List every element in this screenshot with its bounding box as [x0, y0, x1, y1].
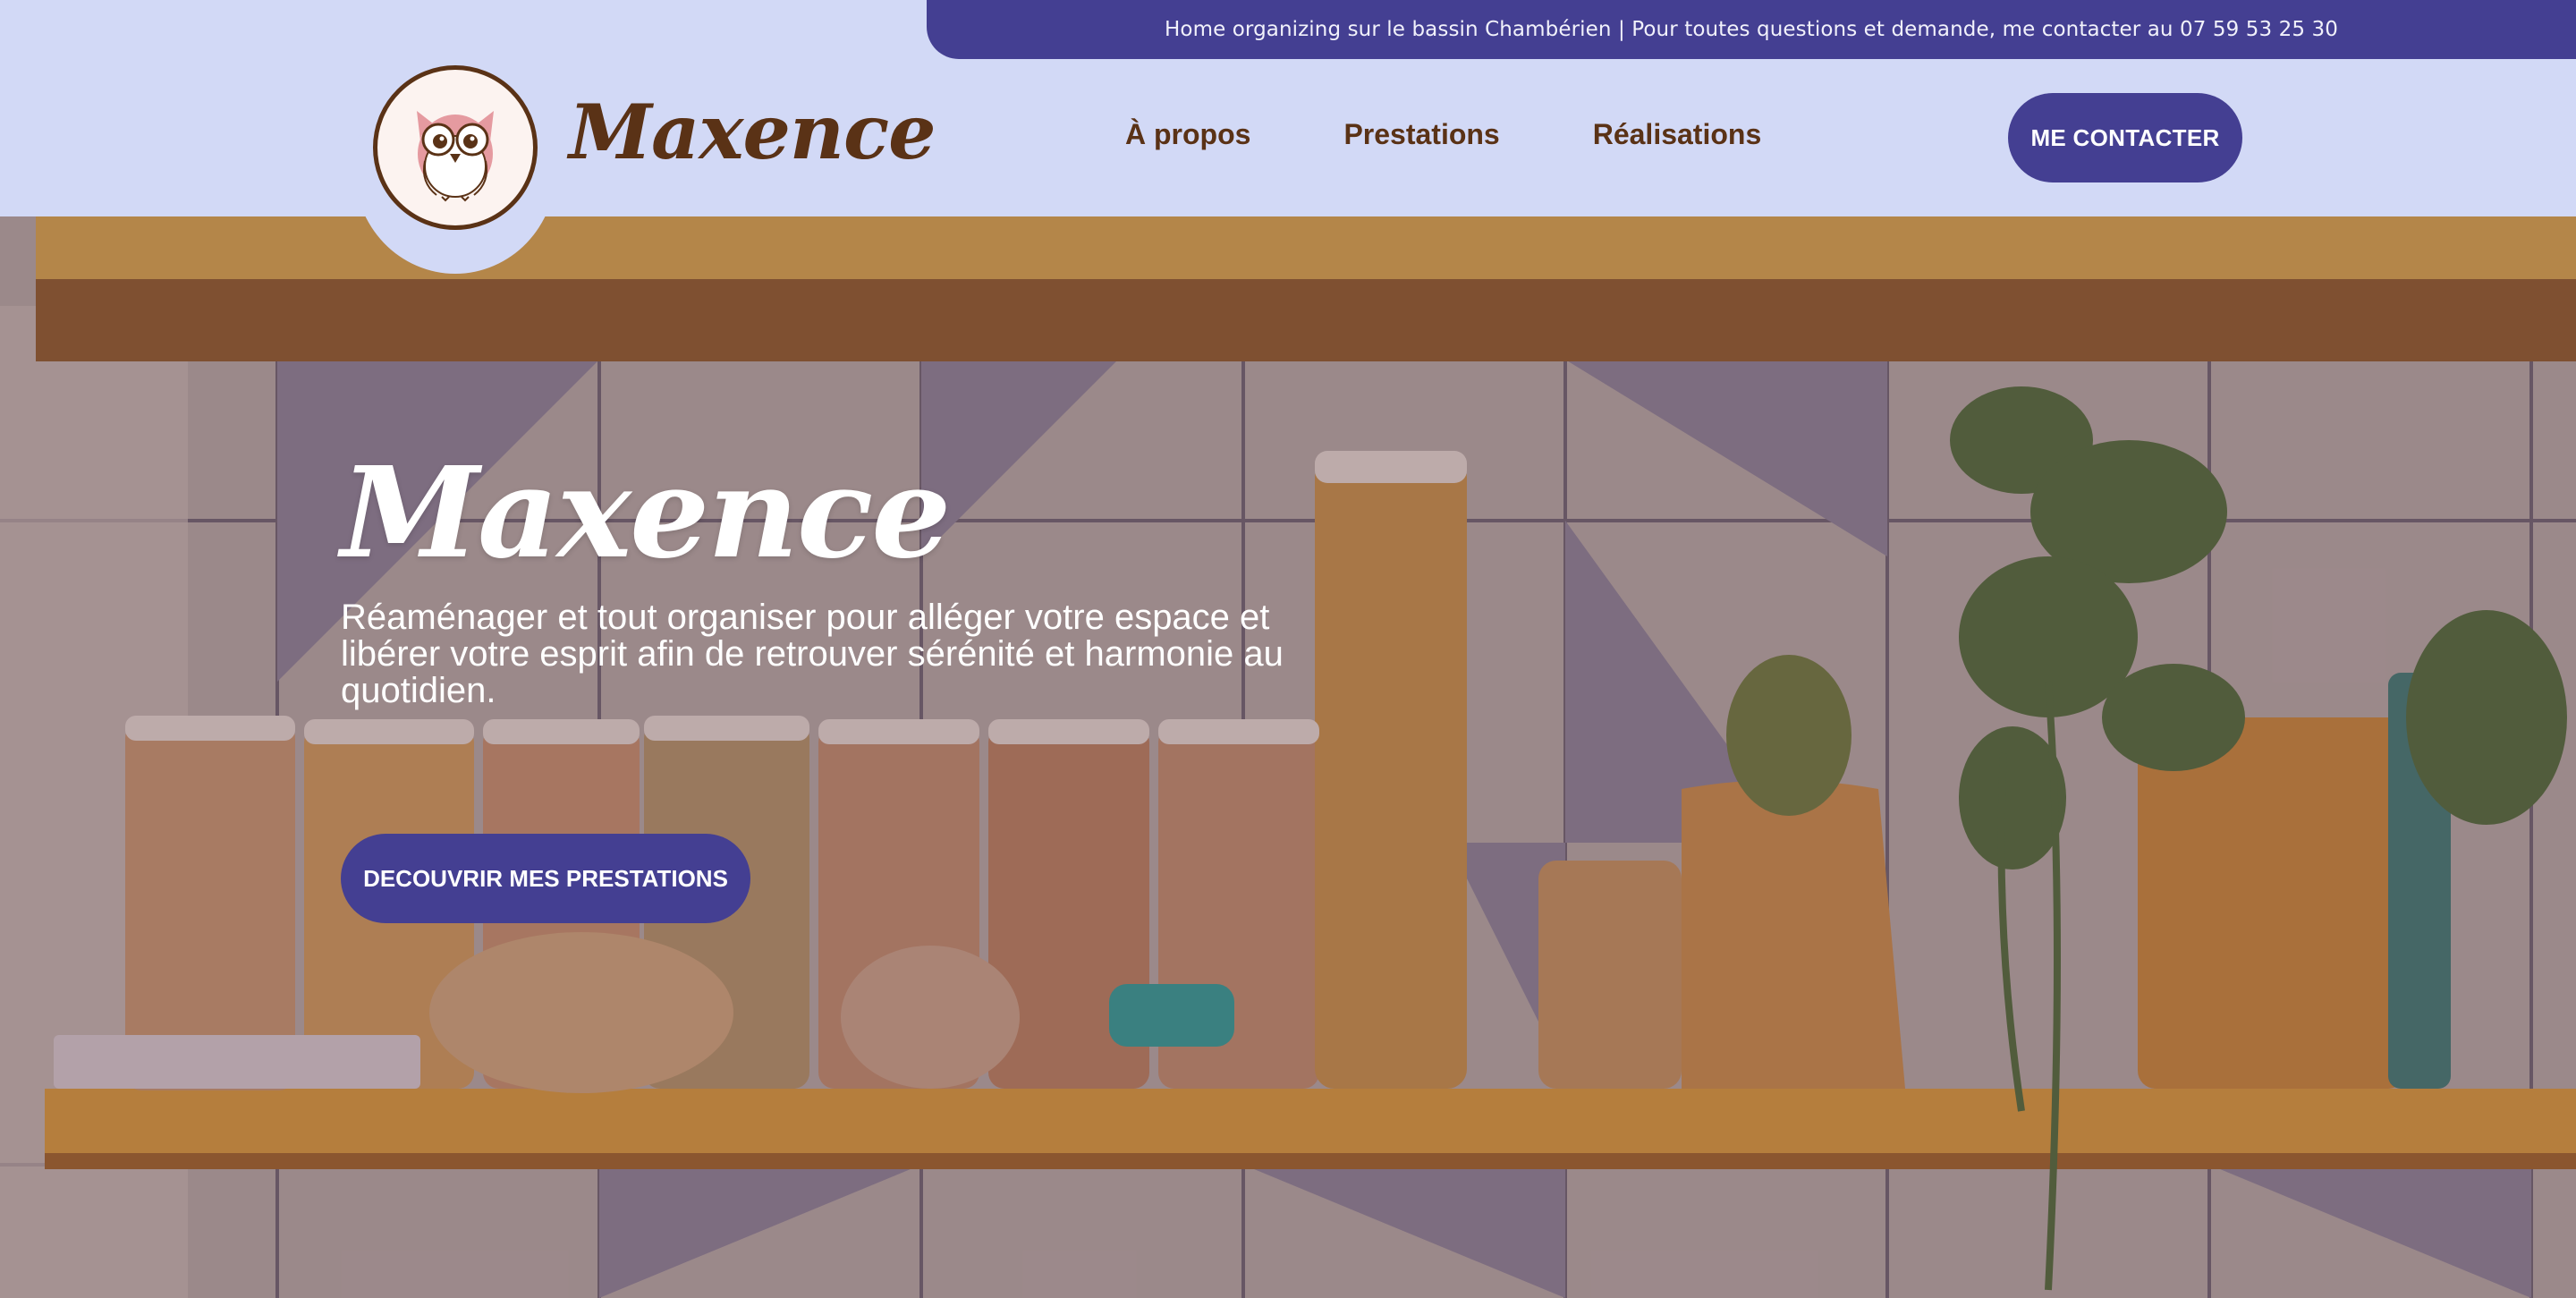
- announcement-bar: Home organizing sur le bassin Chambérien…: [927, 0, 2576, 59]
- logo[interactable]: [354, 63, 556, 274]
- nav-item-a-propos[interactable]: À propos: [1125, 118, 1250, 151]
- nav-item-realisations[interactable]: Réalisations: [1593, 118, 1762, 151]
- hero-title: Maxence: [341, 440, 951, 587]
- main-nav: À propos Prestations Réalisations: [1125, 118, 1761, 151]
- discover-services-button[interactable]: DECOUVRIR MES PRESTATIONS: [341, 834, 750, 923]
- hero-subtitle: Réaménager et tout organiser pour allége…: [341, 598, 1284, 710]
- announcement-text: Home organizing sur le bassin Chambérien…: [1165, 18, 2338, 41]
- nav-item-prestations[interactable]: Prestations: [1343, 118, 1499, 151]
- contact-button[interactable]: ME CONTACTER: [2008, 93, 2242, 182]
- owl-icon: [373, 65, 538, 230]
- hero-section: Maxence Réaménager et tout organiser pou…: [0, 216, 2576, 1298]
- hero-overlay: [0, 216, 2576, 1298]
- brand-wordmark[interactable]: Maxence: [569, 88, 936, 176]
